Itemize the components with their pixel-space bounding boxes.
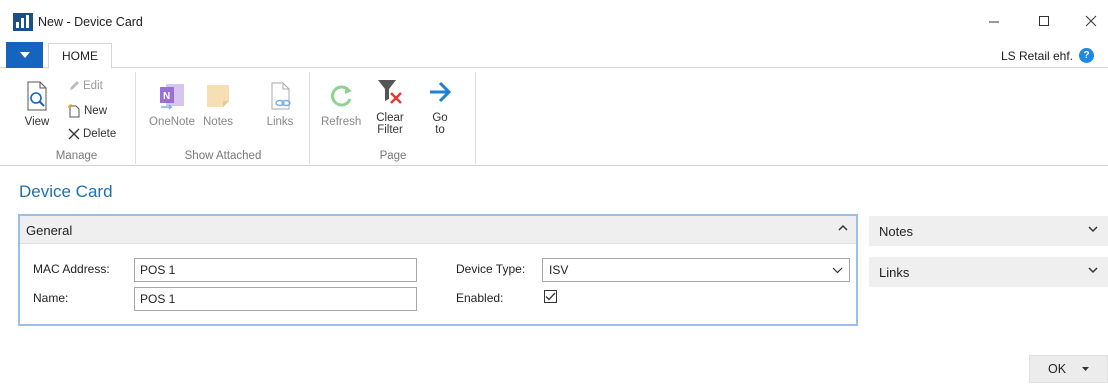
mac-address-label: MAC Address: xyxy=(33,262,110,276)
company-selector[interactable]: LS Retail ehf. ? xyxy=(1001,48,1094,63)
device-type-select[interactable]: ISV xyxy=(542,258,850,282)
onenote-label: OneNote xyxy=(149,116,196,128)
tab-home[interactable]: HOME xyxy=(48,43,112,69)
refresh-button[interactable]: Refresh xyxy=(321,80,361,128)
caret-down-icon xyxy=(19,52,30,58)
ok-button[interactable]: OK xyxy=(1029,355,1108,383)
pencil-icon xyxy=(70,81,79,90)
onenote-button[interactable]: N OneNote xyxy=(149,80,195,128)
chevron-down-icon xyxy=(1088,267,1098,274)
ribbon-group-manage: View Edit New Delete Manage xyxy=(18,72,136,164)
go-to-button[interactable]: Go to xyxy=(425,76,455,136)
device-type-value: ISV xyxy=(549,263,569,277)
view-button[interactable]: View xyxy=(22,80,52,128)
minimize-button[interactable] xyxy=(979,8,1009,34)
group-label-manage: Manage xyxy=(55,150,98,162)
notes-icon xyxy=(203,80,233,112)
links-factbox-title: Links xyxy=(879,265,910,280)
ok-label: OK xyxy=(1048,362,1067,376)
notes-factbox-title: Notes xyxy=(879,224,913,239)
maximize-icon xyxy=(1039,16,1049,26)
company-name: LS Retail ehf. xyxy=(1000,48,1073,63)
go-to-label-2: to xyxy=(435,124,445,136)
application-menu-button[interactable] xyxy=(6,42,43,68)
help-icon[interactable]: ? xyxy=(1079,48,1094,63)
delete-button[interactable]: Delete xyxy=(68,128,116,140)
notes-factbox[interactable]: Notes xyxy=(869,216,1108,246)
refresh-label: Refresh xyxy=(321,116,362,128)
edit-label: Edit xyxy=(83,80,103,92)
close-icon xyxy=(1085,15,1097,27)
view-icon xyxy=(22,80,52,112)
links-button[interactable]: Links xyxy=(265,80,295,128)
close-button[interactable] xyxy=(1076,8,1106,34)
go-to-label-1: Go xyxy=(432,112,448,124)
links-factbox[interactable]: Links xyxy=(869,257,1108,287)
new-document-icon xyxy=(68,104,80,118)
ribbon-group-show-attached: N OneNote Notes Links Show Attached xyxy=(137,72,310,164)
minimize-icon xyxy=(989,21,999,23)
chevron-down-icon xyxy=(832,267,843,273)
refresh-icon xyxy=(326,80,356,112)
group-label-show-attached: Show Attached xyxy=(184,150,262,162)
page-title: Device Card xyxy=(19,182,113,201)
delete-label: Delete xyxy=(83,128,117,140)
general-fasttab-title: General xyxy=(26,223,73,238)
enabled-checkbox[interactable] xyxy=(544,290,557,303)
new-label: New xyxy=(84,105,108,117)
ribbon: View Edit New Delete Manage N OneNote No… xyxy=(0,68,1108,166)
chevron-up-icon[interactable] xyxy=(838,223,848,234)
links-icon xyxy=(265,80,295,112)
device-type-label: Device Type: xyxy=(456,262,526,276)
clear-filter-button[interactable]: Clear Filter xyxy=(375,76,405,136)
general-fasttab-header[interactable]: General xyxy=(20,216,856,244)
app-logo-icon xyxy=(13,13,33,31)
svg-text:N: N xyxy=(163,91,170,102)
ribbon-group-page: Refresh Clear Filter Go to Page xyxy=(311,72,476,164)
caret-down-icon[interactable] xyxy=(1082,367,1090,371)
clear-filter-label-2: Filter xyxy=(377,124,403,136)
clear-filter-icon xyxy=(375,76,405,108)
clear-filter-label-1: Clear xyxy=(376,112,404,124)
notes-button[interactable]: Notes xyxy=(203,80,233,128)
mac-address-input[interactable] xyxy=(134,258,417,282)
new-button[interactable]: New xyxy=(68,104,107,118)
view-label: View xyxy=(24,116,50,128)
onenote-icon: N xyxy=(157,80,187,112)
checkmark-icon xyxy=(545,292,556,301)
ribbon-tab-row: HOME LS Retail ehf. ? xyxy=(0,42,1108,69)
general-fasttab: General MAC Address: Name: Device Type: … xyxy=(18,214,858,326)
group-label-page: Page xyxy=(379,150,407,162)
edit-button[interactable]: Edit xyxy=(68,80,103,92)
notes-label: Notes xyxy=(203,116,234,128)
enabled-label: Enabled: xyxy=(456,291,504,305)
title-bar: New - Device Card xyxy=(0,0,1108,38)
chevron-down-icon xyxy=(1088,226,1098,233)
name-input[interactable] xyxy=(134,287,417,311)
links-label: Links xyxy=(266,116,294,128)
delete-x-icon xyxy=(68,128,80,140)
arrow-right-icon xyxy=(425,76,455,108)
maximize-button[interactable] xyxy=(1029,8,1059,34)
name-label: Name: xyxy=(33,291,69,305)
window-title: New - Device Card xyxy=(38,15,143,29)
